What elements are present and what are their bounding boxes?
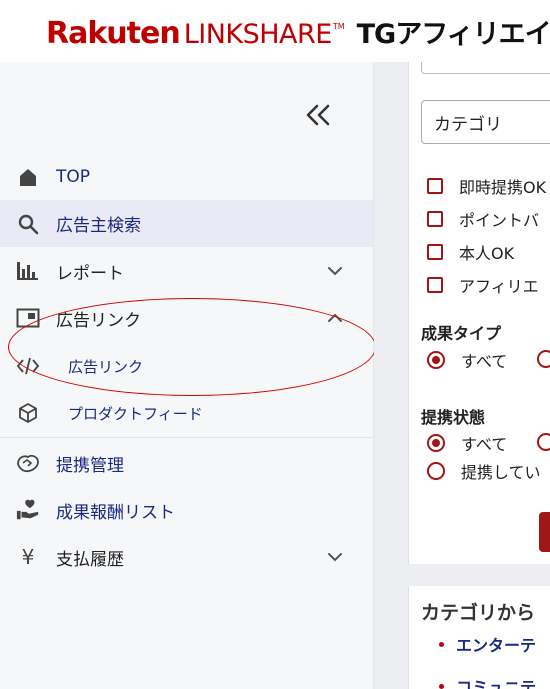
category-link-label: エンターテ <box>456 636 537 655</box>
category-section-title: カテゴリから <box>421 602 536 624</box>
radio-button[interactable] <box>427 351 445 369</box>
radio-result-type-other[interactable] <box>537 350 550 368</box>
search-filter-card: カテゴリ 即時提携OK ポイントバ 本人OK アフィリエ 成果タイプ すべて 提… <box>408 62 550 564</box>
sidebar-item-label: レポート <box>56 263 124 284</box>
sidebar-item-label: 広告主検索 <box>56 216 141 236</box>
sidebar-item-ad-link[interactable]: 広告リンク <box>0 295 373 341</box>
checkbox-label: 即時提携OK <box>459 178 547 197</box>
result-type-title: 成果タイプ <box>421 324 502 343</box>
category-link-label: コミュニテ <box>456 678 537 689</box>
keyword-input[interactable] <box>421 62 550 74</box>
chevron-down-icon <box>326 548 344 566</box>
sidebar-divider <box>0 437 373 438</box>
checkbox-label: アフィリエ <box>459 277 539 296</box>
logo-linkshare-text: LINKSHARE <box>183 19 333 50</box>
sidebar-item-label: TOP <box>56 167 91 187</box>
radio-button[interactable] <box>427 462 445 480</box>
chevron-down-icon <box>326 262 344 280</box>
cube-icon <box>16 401 40 425</box>
sidebar: TOP 広告主検索 レポート 広告リンク 広告リンク プロダクトフィード 提携管… <box>0 62 376 689</box>
home-icon <box>16 165 40 189</box>
category-browse-card: カテゴリから エンターテ コミュニテ <box>408 586 550 689</box>
radio-partner-status-partnered[interactable]: 提携してい <box>427 459 541 483</box>
yen-icon: ¥ <box>16 545 40 569</box>
collapse-sidebar-button[interactable] <box>300 98 336 132</box>
radio-button[interactable] <box>427 434 445 452</box>
sidebar-item-label: 広告リンク <box>56 310 141 331</box>
sidebar-item-payment-history[interactable]: ¥ 支払履歴 <box>0 534 373 580</box>
bullet-icon <box>439 683 444 689</box>
checkbox-affiliate[interactable]: アフィリエ <box>427 273 539 297</box>
checkbox-box[interactable] <box>427 244 443 260</box>
checkbox-instant-partnership[interactable]: 即時提携OK <box>427 174 546 198</box>
logo-tg-affiliate-text: TGアフィリエイト <box>356 19 550 50</box>
sidebar-item-label: 広告リンク <box>68 357 144 376</box>
checkbox-box[interactable] <box>427 178 443 194</box>
logo-trademark: TM <box>332 22 345 31</box>
radio-label: 提携してい <box>461 463 541 482</box>
radio-result-type-all[interactable]: すべて <box>427 348 507 372</box>
search-button[interactable] <box>539 512 550 552</box>
yen-glyph: ¥ <box>21 545 35 569</box>
radio-label: すべて <box>461 352 508 371</box>
app-header: Rakuten LINKSHARE TM TGアフィリエイト <box>0 0 550 62</box>
radio-partner-status-all[interactable]: すべて <box>427 431 507 455</box>
handshake-icon <box>16 451 40 475</box>
partner-status-title: 提携状態 <box>421 408 486 427</box>
checkbox-point-back[interactable]: ポイントバ <box>427 207 539 231</box>
double-chevron-left-icon <box>306 104 330 126</box>
sidebar-item-top[interactable]: TOP <box>0 155 373 199</box>
image-frame-icon <box>16 306 40 330</box>
category-link-entertainment[interactable]: エンターテ <box>439 632 536 656</box>
category-select[interactable]: カテゴリ <box>421 100 550 144</box>
sidebar-item-label: 支払履歴 <box>56 549 124 570</box>
sidebar-subitem-product-feed[interactable]: プロダクトフィード <box>0 390 373 436</box>
brand-logo[interactable]: Rakuten LINKSHARE TM TGアフィリエイト <box>46 12 550 51</box>
bullet-icon <box>439 641 444 647</box>
sidebar-item-report[interactable]: レポート <box>0 248 373 294</box>
search-icon <box>16 212 40 236</box>
sidebar-item-label: 成果報酬リスト <box>56 502 175 523</box>
code-icon <box>16 354 40 378</box>
sidebar-item-label: 提携管理 <box>56 455 124 476</box>
checkbox-label: ポイントバ <box>459 211 540 230</box>
checkbox-box[interactable] <box>427 277 443 293</box>
checkbox-self-ok[interactable]: 本人OK <box>427 240 514 264</box>
sidebar-item-reward-list[interactable]: 成果報酬リスト <box>0 487 373 533</box>
main-content: カテゴリ 即時提携OK ポイントバ 本人OK アフィリエ 成果タイプ すべて 提… <box>374 62 550 689</box>
sidebar-item-label: プロダクトフィード <box>68 404 203 423</box>
hand-heart-icon <box>16 498 40 522</box>
checkbox-box[interactable] <box>427 211 443 227</box>
checkbox-label: 本人OK <box>459 244 515 263</box>
bar-chart-icon <box>16 259 40 283</box>
logo-rakuten-text: Rakuten <box>46 16 181 51</box>
sidebar-subitem-ad-link[interactable]: 広告リンク <box>0 343 373 389</box>
chevron-up-icon <box>326 309 344 327</box>
sidebar-item-partnership-management[interactable]: 提携管理 <box>0 440 373 486</box>
category-link-community[interactable]: コミュニテ <box>439 674 536 689</box>
radio-partner-status-other[interactable] <box>537 433 550 451</box>
radio-label: すべて <box>461 435 508 454</box>
sidebar-item-advertiser-search[interactable]: 広告主検索 <box>0 200 373 247</box>
